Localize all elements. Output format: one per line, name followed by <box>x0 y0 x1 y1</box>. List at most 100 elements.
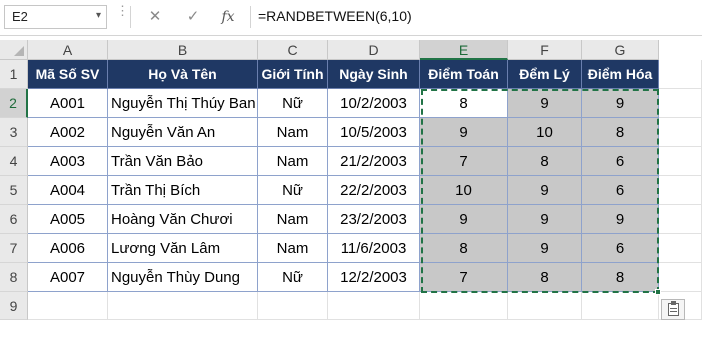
select-all-triangle-icon <box>14 46 24 56</box>
table-header-cell[interactable]: Điểm Toán <box>420 60 508 89</box>
chevron-down-icon[interactable]: ▾ <box>96 10 101 21</box>
table-cell[interactable]: 8 <box>508 147 582 176</box>
table-cell[interactable]: A002 <box>28 118 108 147</box>
table-cell[interactable]: Nữ <box>258 89 328 118</box>
row-header-1[interactable]: 1 <box>0 60 28 89</box>
table-header-cell[interactable]: Ngày Sinh <box>328 60 420 89</box>
insert-function-icon[interactable]: fx <box>216 5 240 29</box>
empty-cell[interactable] <box>108 292 258 320</box>
empty-cell[interactable] <box>508 292 582 320</box>
divider <box>130 6 131 28</box>
table-cell[interactable]: 10 <box>420 176 508 205</box>
empty-cell[interactable] <box>659 205 702 234</box>
table-cell[interactable]: 8 <box>582 263 659 292</box>
table-cell[interactable]: 8 <box>582 118 659 147</box>
row-header-2[interactable]: 2 <box>0 89 28 118</box>
table-cell[interactable]: Hoàng Văn Chươi <box>108 205 258 234</box>
empty-cell[interactable] <box>659 118 702 147</box>
table-cell[interactable]: 9 <box>420 118 508 147</box>
table-cell[interactable]: 10 <box>508 118 582 147</box>
row-header-4[interactable]: 4 <box>0 147 28 176</box>
empty-cell[interactable] <box>420 292 508 320</box>
table-cell[interactable]: Nguyễn Thị Thúy Ban <box>108 89 258 118</box>
table-cell[interactable]: A003 <box>28 147 108 176</box>
row-header-7[interactable]: 7 <box>0 234 28 263</box>
column-header-c[interactable]: C <box>258 40 328 60</box>
table-cell[interactable]: A005 <box>28 205 108 234</box>
table-cell[interactable]: Nữ <box>258 176 328 205</box>
table-header-cell[interactable]: Mã Số SV <box>28 60 108 89</box>
table-cell[interactable]: 9 <box>420 205 508 234</box>
fill-handle[interactable] <box>655 289 661 295</box>
empty-cell[interactable] <box>659 234 702 263</box>
table-cell[interactable]: 9 <box>582 89 659 118</box>
table-cell[interactable]: 22/2/2003 <box>328 176 420 205</box>
table-cell[interactable]: 9 <box>508 205 582 234</box>
table-cell[interactable]: Nữ <box>258 263 328 292</box>
table-cell[interactable]: Lương Văn Lâm <box>108 234 258 263</box>
name-box[interactable]: E2 ▾ <box>4 5 107 29</box>
active-cell[interactable]: 8 <box>420 89 508 118</box>
empty-cell[interactable] <box>28 292 108 320</box>
table-cell[interactable]: 10/5/2003 <box>328 118 420 147</box>
table-cell[interactable]: A001 <box>28 89 108 118</box>
enter-icon[interactable]: ✓ <box>181 5 205 29</box>
table-cell[interactable]: Nam <box>258 234 328 263</box>
table-cell[interactable]: 6 <box>582 234 659 263</box>
row-header-3[interactable]: 3 <box>0 118 28 147</box>
column-header-a[interactable]: A <box>28 40 108 60</box>
row-header-5[interactable]: 5 <box>0 176 28 205</box>
row-header-6[interactable]: 6 <box>0 205 28 234</box>
table-cell[interactable]: A007 <box>28 263 108 292</box>
table-cell[interactable]: 9 <box>582 205 659 234</box>
table-cell[interactable]: Nguyễn Văn An <box>108 118 258 147</box>
empty-cell[interactable] <box>659 176 702 205</box>
table-cell[interactable]: 23/2/2003 <box>328 205 420 234</box>
empty-cell[interactable] <box>659 89 702 118</box>
row-header-8[interactable]: 8 <box>0 263 28 292</box>
table-cell[interactable]: Trần Văn Bảo <box>108 147 258 176</box>
cancel-icon[interactable]: ✕ <box>143 5 167 29</box>
table-cell[interactable]: 6 <box>582 147 659 176</box>
table-cell[interactable]: 11/6/2003 <box>328 234 420 263</box>
table-header-cell[interactable]: Điểm Hóa <box>582 60 659 89</box>
table-header-cell[interactable]: Giới Tính <box>258 60 328 89</box>
table-cell[interactable]: 21/2/2003 <box>328 147 420 176</box>
column-header-f[interactable]: F <box>508 40 582 60</box>
table-cell[interactable]: 12/2/2003 <box>328 263 420 292</box>
table-cell[interactable]: Nam <box>258 147 328 176</box>
table-cell[interactable]: 9 <box>508 89 582 118</box>
table-cell[interactable]: 7 <box>420 263 508 292</box>
table-cell[interactable]: 6 <box>582 176 659 205</box>
table-cell[interactable]: A006 <box>28 234 108 263</box>
table-cell[interactable]: 9 <box>508 176 582 205</box>
paste-options-button[interactable] <box>661 299 685 320</box>
empty-cell[interactable] <box>328 292 420 320</box>
select-all-button[interactable] <box>0 40 28 60</box>
table-cell[interactable]: 8 <box>508 263 582 292</box>
empty-cell[interactable] <box>659 147 702 176</box>
column-header-e[interactable]: E <box>420 40 508 60</box>
table-cell[interactable]: 7 <box>420 147 508 176</box>
table-header-cell[interactable]: Họ Và Tên <box>108 60 258 89</box>
table-cell[interactable]: Trần Thị Bích <box>108 176 258 205</box>
table-cell[interactable]: Nguyễn Thùy Dung <box>108 263 258 292</box>
more-options-icon[interactable]: ⋮ <box>116 4 129 17</box>
empty-cell[interactable] <box>659 60 702 89</box>
table-cell[interactable]: 8 <box>420 234 508 263</box>
empty-cell[interactable] <box>258 292 328 320</box>
table-cell[interactable]: A004 <box>28 176 108 205</box>
row-header-9[interactable]: 9 <box>0 292 28 320</box>
empty-cell[interactable] <box>659 263 702 292</box>
column-header-d[interactable]: D <box>328 40 420 60</box>
table-cell[interactable]: 10/2/2003 <box>328 89 420 118</box>
column-header-g[interactable]: G <box>582 40 659 60</box>
table-cell[interactable]: 9 <box>508 234 582 263</box>
empty-cell[interactable] <box>582 292 659 320</box>
column-header-b[interactable]: B <box>108 40 258 60</box>
table-cell[interactable]: Nam <box>258 118 328 147</box>
table-header-cell[interactable]: Đểm Lý <box>508 60 582 89</box>
divider <box>250 6 251 28</box>
formula-input[interactable]: =RANDBETWEEN(6,10) <box>258 8 412 24</box>
table-cell[interactable]: Nam <box>258 205 328 234</box>
